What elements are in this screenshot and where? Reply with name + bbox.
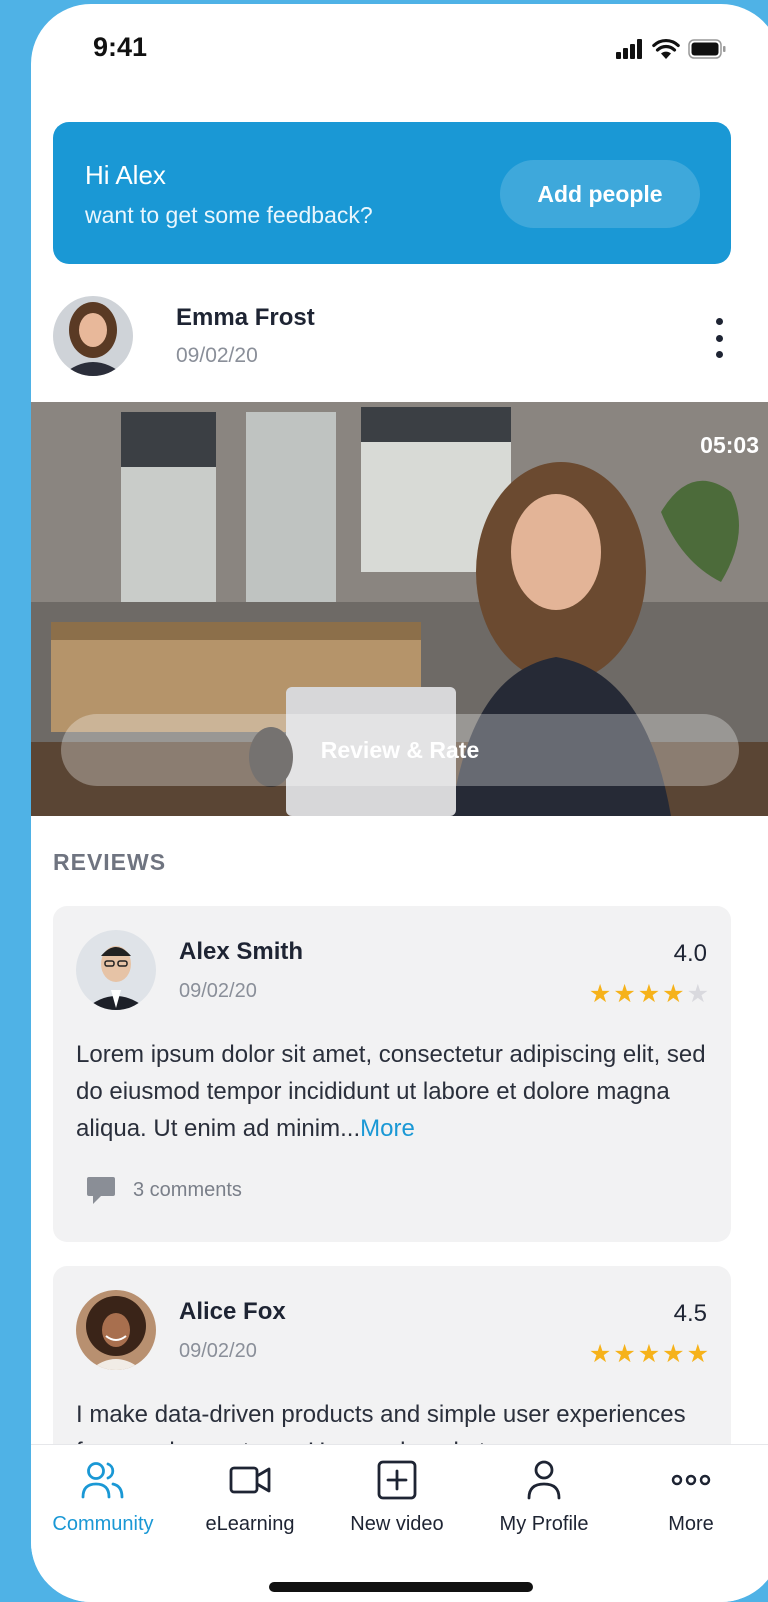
post-options-icon[interactable] [711,318,727,358]
rating-stars: ★ ★ ★ ★ ★ [589,982,709,1007]
reviewer-name[interactable]: Alex Smith [179,938,303,966]
tab-elearning[interactable]: eLearning [180,1459,320,1536]
wifi-icon [652,38,680,59]
comment-icon [87,1177,115,1204]
tab-my-profile[interactable]: My Profile [474,1459,614,1536]
reviewer-avatar[interactable] [76,1290,156,1370]
comments-label: 3 comments [133,1178,242,1201]
tab-new-video[interactable]: New video [327,1459,467,1536]
read-more-link[interactable]: More [360,1115,415,1142]
video-duration: 05:03 [700,432,759,458]
rating-stars: ★ ★ ★ ★ ★ [589,1342,709,1367]
status-bar: 9:41 [31,4,768,94]
video-thumbnail[interactable]: 05:03 Review & Rate [31,402,768,816]
user-icon [527,1460,561,1500]
post-header: Emma Frost 09/02/20 [53,296,731,380]
comments-count[interactable]: 3 comments [85,1174,242,1206]
post-author-name[interactable]: Emma Frost [176,304,315,332]
review-text: Lorem ipsum dolor sit amet, consectetur … [76,1036,716,1147]
add-people-button[interactable]: Add people [500,160,700,228]
video-camera-icon [229,1466,271,1494]
star-icon: ★ [613,1340,636,1368]
phone-screen: 9:41 Hi Alex want to get some feedback? [31,4,768,1602]
tab-more[interactable]: More [621,1459,761,1536]
reviewer-name[interactable]: Alice Fox [179,1298,286,1326]
star-icon: ★ [588,980,612,1008]
reviewer-avatar[interactable] [76,930,156,1010]
star-icon: ★ [637,980,661,1008]
status-icons [616,38,726,59]
plus-square-icon [377,1460,417,1500]
review-rating: 4.5 [673,1300,707,1327]
reviews-heading: REVIEWS [53,849,167,875]
tab-label: eLearning [205,1513,295,1535]
community-icon [81,1462,124,1499]
star-icon: ★ [686,1340,709,1368]
home-indicator [269,1582,533,1592]
battery-icon [688,39,726,59]
feedback-banner: Hi Alex want to get some feedback? Add p… [53,122,731,264]
star-icon: ★ [613,980,636,1008]
star-icon: ★ [686,980,709,1008]
star-icon: ★ [637,1340,661,1368]
review-card: Alex Smith 09/02/20 4.0 ★ ★ ★ ★ ★ Lorem … [53,906,731,1242]
tab-label: More [668,1513,714,1535]
signal-icon [616,39,642,59]
tab-label: New video [350,1513,444,1535]
more-dots-icon [671,1474,711,1486]
star-icon: ★ [662,1340,685,1368]
banner-greeting: Hi Alex [85,160,166,190]
tab-label: My Profile [499,1513,589,1535]
tab-bar: Community eLearning New video My Profile [31,1444,768,1602]
review-rating: 4.0 [673,940,707,967]
star-icon: ★ [588,1340,612,1368]
banner-subtitle: want to get some feedback? [85,202,373,228]
status-time: 9:41 [93,32,148,62]
star-icon: ★ [662,980,685,1008]
tab-label: Community [52,1513,154,1535]
review-date: 09/02/20 [179,1340,257,1362]
post-date: 09/02/20 [176,344,258,367]
review-rate-button[interactable]: Review & Rate [61,714,739,786]
review-date: 09/02/20 [179,980,257,1002]
author-avatar[interactable] [53,296,133,376]
tab-community[interactable]: Community [33,1459,173,1536]
